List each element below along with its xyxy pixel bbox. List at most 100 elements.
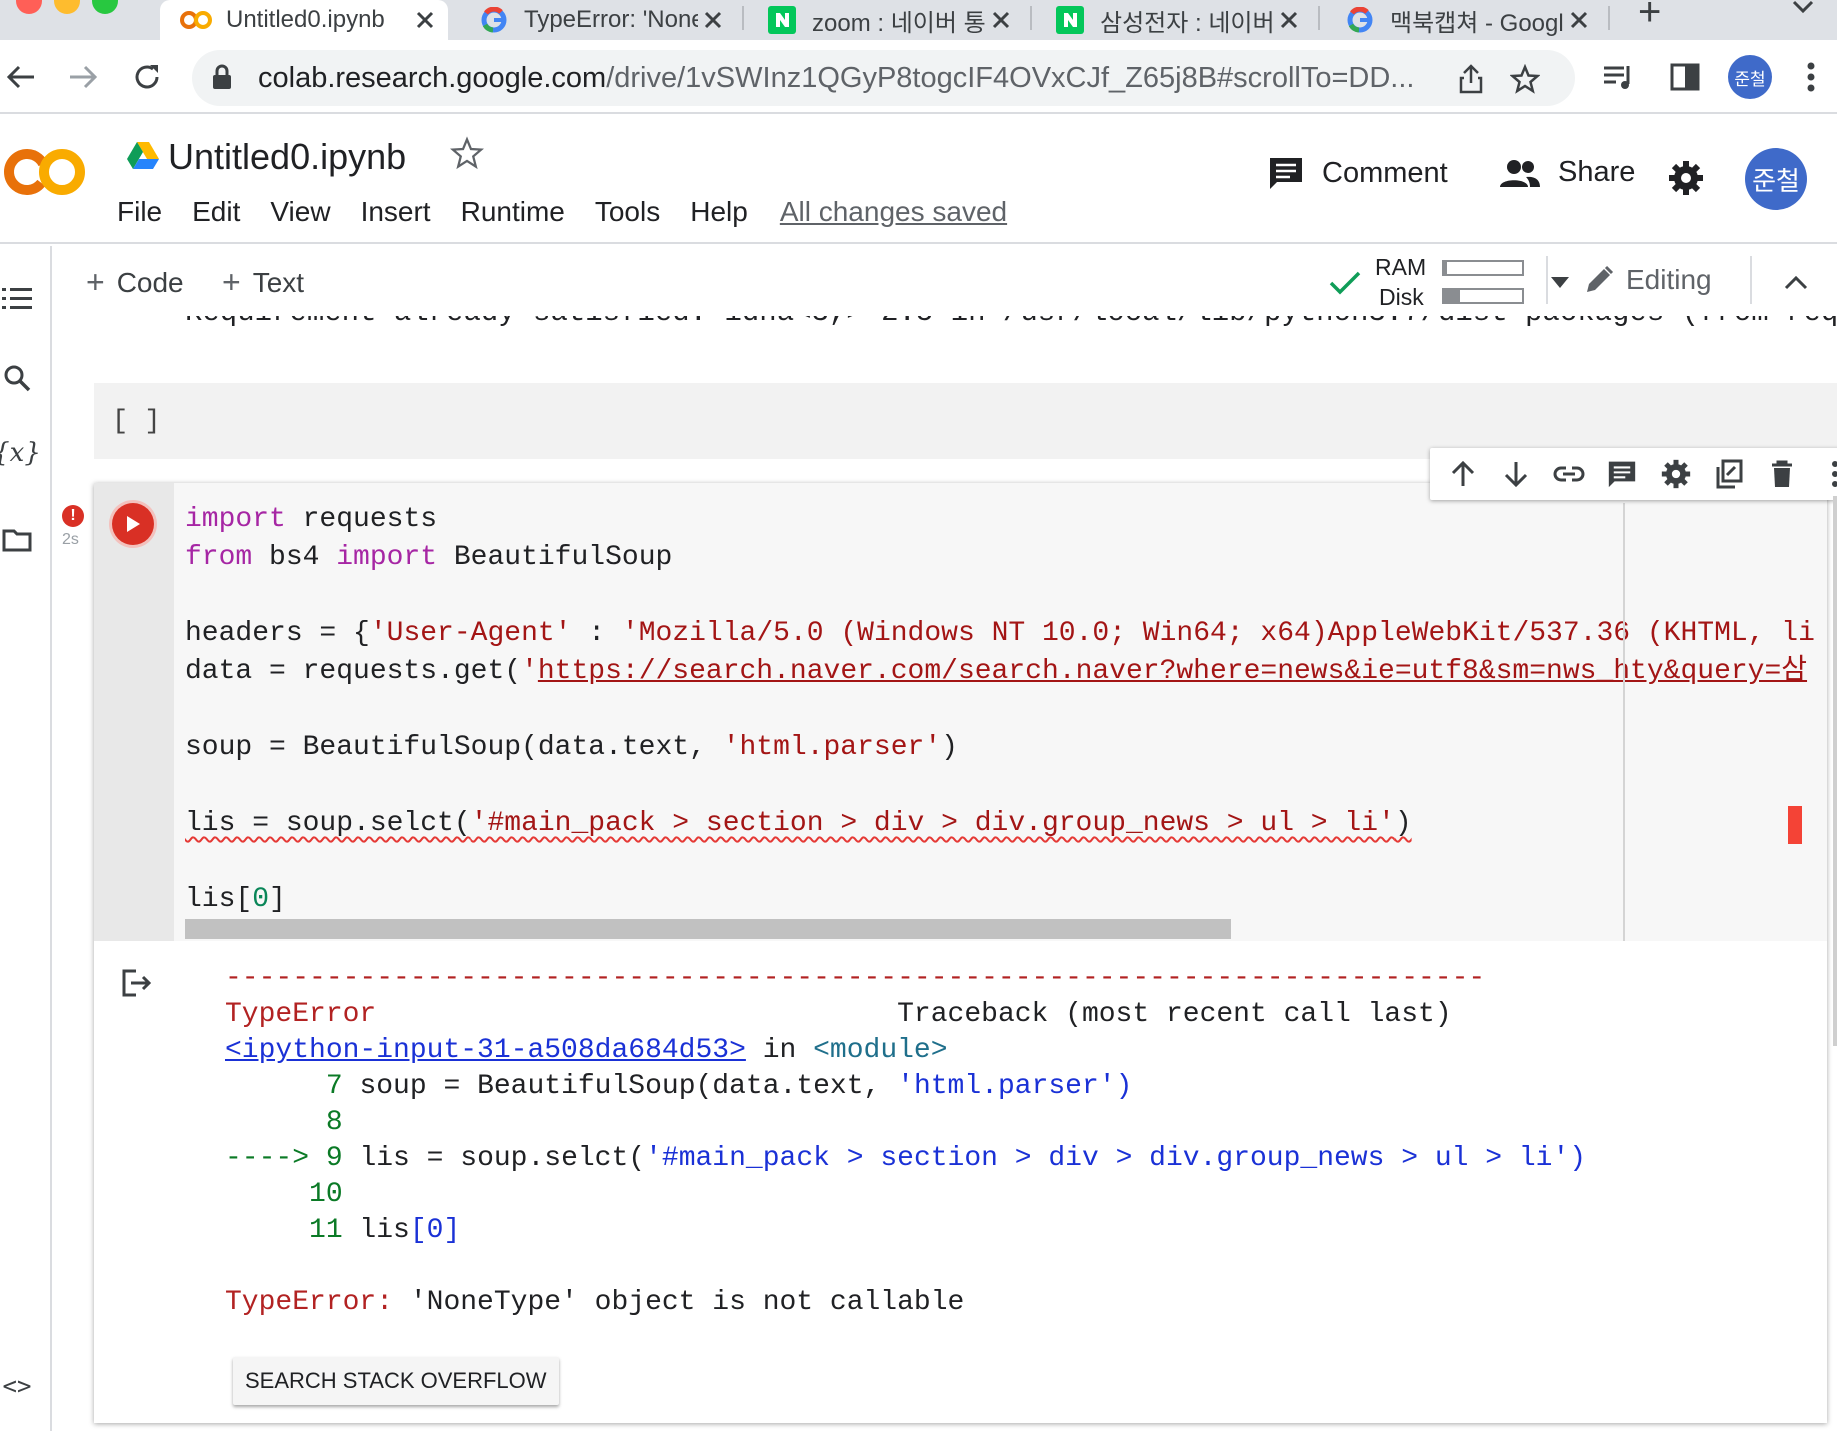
code-text[interactable]: import requests from bs4 import Beautifu… xyxy=(185,501,1815,919)
add-code-button[interactable]: + Code xyxy=(86,264,184,301)
browser-profile-avatar[interactable]: 준철 xyxy=(1728,55,1772,99)
code-editor[interactable]: import requests from bs4 import Beautifu… xyxy=(174,483,1827,941)
back-icon[interactable] xyxy=(2,58,40,96)
error-scrollbar-marker xyxy=(1788,806,1802,844)
add-text-button[interactable]: + Text xyxy=(222,264,304,301)
tab-title: Untitled0.ipynb xyxy=(226,6,385,33)
toolbar-divider xyxy=(1750,256,1752,304)
menu-insert[interactable]: Insert xyxy=(361,196,431,228)
share-page-icon[interactable] xyxy=(1454,62,1488,96)
menu-file[interactable]: File xyxy=(117,196,162,228)
menu-runtime[interactable]: Runtime xyxy=(461,196,565,228)
error-status-icon: ! xyxy=(62,505,84,527)
link-to-cell-icon[interactable] xyxy=(1543,448,1596,500)
tab-title: TypeError: 'NoneType' object is not call… xyxy=(524,6,698,33)
add-comment-icon[interactable] xyxy=(1596,448,1649,500)
zoom-window-button[interactable] xyxy=(92,0,118,14)
menu-edit[interactable]: Edit xyxy=(192,196,240,228)
search-stack-overflow-button[interactable]: SEARCH STACK OVERFLOW xyxy=(233,1357,559,1405)
star-icon[interactable] xyxy=(449,136,485,175)
menu-bar: File Edit View Insert Runtime Tools Help… xyxy=(117,196,1037,228)
naver-icon xyxy=(1054,4,1086,36)
share-label: Share xyxy=(1558,156,1636,188)
resources-dropdown-icon[interactable] xyxy=(1551,276,1569,294)
tab-search-icon[interactable] xyxy=(1792,0,1814,19)
browser-tab-zoom[interactable]: zoom : 네이버 통합검색 xyxy=(756,0,1016,40)
mirror-cell-icon[interactable] xyxy=(1702,448,1755,500)
tab-separator xyxy=(1318,6,1320,30)
play-icon xyxy=(127,516,140,532)
save-status[interactable]: All changes saved xyxy=(780,196,1007,228)
google-drive-icon[interactable] xyxy=(126,140,160,175)
delete-cell-icon[interactable] xyxy=(1756,448,1809,500)
table-of-contents-icon[interactable] xyxy=(0,286,34,312)
cell-toolbar xyxy=(1430,448,1837,500)
colab-header: Untitled0.ipynb File Edit View Insert Ru… xyxy=(0,116,1837,244)
comment-icon xyxy=(1268,156,1304,190)
run-cell-button[interactable] xyxy=(112,503,154,545)
close-tab-icon[interactable] xyxy=(1564,5,1594,35)
close-tab-icon[interactable] xyxy=(1274,5,1304,35)
close-tab-icon[interactable] xyxy=(410,5,440,35)
move-cell-down-icon[interactable] xyxy=(1489,448,1542,500)
editing-mode-button[interactable]: Editing xyxy=(1584,264,1712,296)
new-tab-button[interactable]: + xyxy=(1638,0,1661,35)
notebook-title[interactable]: Untitled0.ipynb xyxy=(168,136,406,178)
browser-tab-macbook[interactable]: 맥북캡쳐 - Google 검색 xyxy=(1334,0,1594,40)
code-url-link[interactable]: https://search.naver.com/search.naver?wh… xyxy=(538,656,1807,687)
ram-label: RAM xyxy=(1375,254,1427,280)
code-snippets-icon[interactable]: <> xyxy=(0,1372,34,1400)
toolbar-divider xyxy=(1546,256,1548,304)
browser-toolbar: colab.research.google.com/drive/1vSWInz1… xyxy=(0,40,1837,114)
reload-icon[interactable] xyxy=(128,58,166,96)
cell-settings-icon[interactable] xyxy=(1649,448,1702,500)
traceback-input-link[interactable]: <ipython-input-31-a508da684d53> xyxy=(225,1035,746,1066)
comment-button[interactable]: Comment xyxy=(1268,156,1448,190)
url-text[interactable]: colab.research.google.com/drive/1vSWInz1… xyxy=(258,62,1414,95)
settings-gear-icon[interactable] xyxy=(1668,160,1704,201)
colab-logo[interactable] xyxy=(2,146,88,203)
user-avatar[interactable]: 준철 xyxy=(1745,148,1807,210)
media-controls-icon[interactable] xyxy=(1600,58,1638,96)
menu-view[interactable]: View xyxy=(270,196,330,228)
menu-help[interactable]: Help xyxy=(690,196,748,228)
more-actions-icon[interactable] xyxy=(1809,448,1837,500)
variables-icon[interactable]: {x} xyxy=(0,438,41,468)
cell-execution-prompt[interactable]: [ ] xyxy=(112,407,161,437)
browser-tab-samsung[interactable]: 삼성전자 : 네이버 통합검색 xyxy=(1044,0,1304,40)
browser-tab-typeerror[interactable]: TypeError: 'NoneType' object is not call… xyxy=(468,0,728,40)
disk-label: Disk xyxy=(1379,284,1424,310)
files-folder-icon[interactable] xyxy=(0,528,34,552)
forward-icon[interactable] xyxy=(64,58,102,96)
search-icon[interactable] xyxy=(0,364,34,392)
code-cell[interactable]: import requests from bs4 import Beautifu… xyxy=(94,483,1827,1423)
pencil-icon xyxy=(1584,265,1614,295)
ram-usage-bar xyxy=(1442,260,1524,276)
menu-tools[interactable]: Tools xyxy=(595,196,660,228)
screen: Untitled0.ipynb TypeError: 'NoneType' ob… xyxy=(0,0,1837,1431)
tab-separator xyxy=(1608,6,1610,30)
share-button[interactable]: Share xyxy=(1500,156,1635,189)
horizontal-scrollbar[interactable] xyxy=(185,919,1231,939)
side-panel-icon[interactable] xyxy=(1666,58,1704,96)
tab-separator xyxy=(1030,6,1032,30)
address-bar[interactable]: colab.research.google.com/drive/1vSWInz1… xyxy=(192,50,1575,106)
close-window-button[interactable] xyxy=(16,0,42,14)
disk-usage-bar xyxy=(1442,288,1524,304)
browser-tab-colab[interactable]: Untitled0.ipynb xyxy=(160,0,448,40)
naver-icon xyxy=(766,4,798,36)
cell-gutter xyxy=(94,483,174,941)
page-scrollbar[interactable] xyxy=(1833,496,1837,1046)
move-cell-up-icon[interactable] xyxy=(1436,448,1489,500)
output-actions-icon[interactable] xyxy=(122,969,152,1002)
bookmark-star-icon[interactable] xyxy=(1508,62,1542,96)
browser-menu-icon[interactable] xyxy=(1792,58,1830,96)
previous-cell-output: Requirement already satisfied: idna<3,>=… xyxy=(185,316,1837,329)
connected-check-icon xyxy=(1329,270,1361,301)
close-tab-icon[interactable] xyxy=(698,5,728,35)
minimize-window-button[interactable] xyxy=(54,0,80,14)
lock-icon[interactable] xyxy=(212,64,232,95)
collapse-header-icon[interactable] xyxy=(1784,274,1808,295)
close-tab-icon[interactable] xyxy=(986,5,1016,35)
google-icon xyxy=(1344,4,1376,36)
